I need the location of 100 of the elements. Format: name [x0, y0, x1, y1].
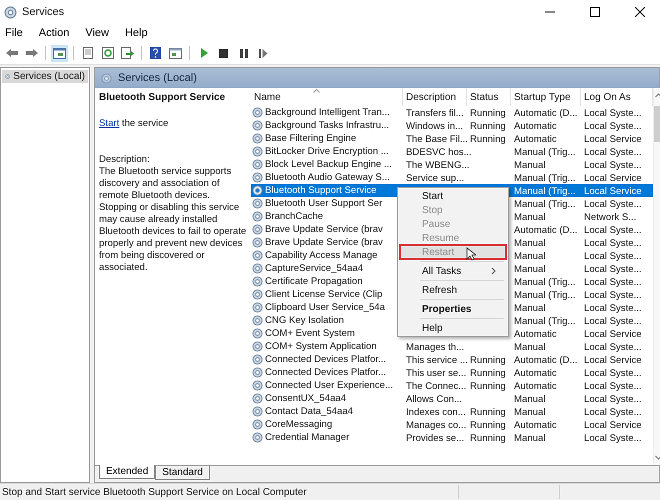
- table-cell: Brave Update Service (brav: [265, 237, 383, 248]
- gear-icon: [252, 393, 263, 404]
- column-header[interactable]: Description: [403, 88, 467, 106]
- scrollbar[interactable]: [653, 88, 660, 465]
- gear-icon: [252, 380, 263, 391]
- table-cell: ConsentUX_54aa4: [265, 393, 346, 404]
- scroll-down-icon[interactable]: [654, 455, 660, 460]
- console-tree-button[interactable]: [51, 44, 68, 62]
- table-cell-text: Local Syste...: [583, 380, 642, 392]
- mouse-pointer-icon: [466, 247, 476, 261]
- table-cell: Background Tasks Infrastru...: [265, 120, 390, 131]
- table-cell-text: This user se...: [405, 368, 466, 378]
- table-cell-text: Allows Con...: [405, 394, 462, 404]
- table-cell-text: Automatic: [513, 380, 557, 392]
- table-cell: CoreMessaging: [265, 419, 332, 430]
- menu-item[interactable]: Help: [400, 321, 506, 335]
- gear-icon: [252, 120, 263, 131]
- scrollbar-thumb[interactable]: [654, 106, 660, 142]
- table-cell-text: Manual (Trig...: [513, 198, 576, 210]
- table-cell-text: Local Service: [583, 354, 642, 366]
- gear-icon: [252, 354, 263, 365]
- table-cell-text: Manual (Trig...: [513, 172, 576, 184]
- table-cell: CNG Key Isolation: [265, 315, 344, 326]
- gear-icon: [252, 237, 263, 248]
- table-cell-text: Automatic (D...: [513, 108, 578, 118]
- menu-bar-item[interactable]: Action: [36, 27, 72, 39]
- menu-item[interactable]: Start: [400, 189, 506, 203]
- table-cell: Capability Access Manage: [265, 250, 378, 261]
- tree-item[interactable]: Services (Local): [2, 70, 88, 83]
- gear-icon: [252, 211, 263, 222]
- table-cell-text: Manual (Trig...: [513, 276, 576, 288]
- table-cell: Background Intelligent Tran...: [265, 107, 390, 118]
- gear-icon: [252, 315, 263, 326]
- close-icon: [635, 7, 645, 17]
- table-cell-text: Local Syste...: [583, 146, 642, 158]
- table-cell: Connected User Experience...: [265, 380, 393, 391]
- table-cell-text: Local Syste...: [583, 316, 642, 326]
- table-cell-text: Service sup...: [405, 172, 464, 184]
- left-arrow-icon: [4, 48, 18, 58]
- help-button[interactable]: [147, 44, 164, 62]
- table-cell-text: Local Syste...: [583, 432, 642, 444]
- menu-bar-item[interactable]: File: [3, 27, 25, 39]
- play-icon: [200, 48, 208, 58]
- column-header[interactable]: Startup Type: [511, 88, 581, 106]
- table-cell-text: Running: [469, 368, 506, 378]
- menu-item[interactable]: Refresh: [400, 283, 506, 297]
- scroll-up-icon[interactable]: [654, 93, 660, 98]
- menu-item[interactable]: Properties: [400, 302, 506, 316]
- table-cell-text: Manual: [513, 342, 546, 352]
- table-cell-text: Local Syste...: [583, 120, 642, 132]
- start-link[interactable]: Start: [99, 118, 120, 129]
- table-cell: Credential Manager: [265, 432, 350, 443]
- gear-icon: [252, 432, 263, 443]
- menu-item[interactable]: All Tasks: [400, 264, 506, 278]
- table-cell-text: Local Service: [583, 328, 642, 340]
- table-cell-text: The Connec...: [405, 380, 466, 392]
- menu-bar-item[interactable]: View: [83, 27, 111, 39]
- gear-icon: [252, 146, 263, 157]
- menu-bar-item[interactable]: Help: [122, 27, 150, 39]
- table-cell-text: Running: [469, 380, 506, 392]
- table-cell-text: Manual: [513, 212, 546, 222]
- table-cell: Certificate Propagation: [265, 276, 363, 287]
- table-cell-text: The Base Fil...: [405, 134, 468, 144]
- table-cell-text: Manual: [513, 406, 546, 418]
- gear-icon: [252, 276, 263, 287]
- table-cell: Block Level Backup Engine ...: [265, 159, 392, 170]
- table-cell: Bluetooth User Support Ser: [265, 198, 382, 209]
- table-cell-text: Local Syste...: [583, 342, 642, 352]
- sort-caret-icon: [313, 89, 320, 93]
- table-cell-text: Automatic: [513, 420, 557, 430]
- table-cell-text: Local Syste...: [583, 394, 642, 404]
- column-header[interactable]: Name: [251, 88, 403, 106]
- column-header[interactable]: Status: [467, 88, 511, 106]
- table-cell-text: Local Syste...: [583, 198, 642, 210]
- view-tab[interactable]: Standard: [155, 466, 210, 480]
- gear-icon: [252, 198, 263, 209]
- gear-icon: [252, 341, 263, 352]
- window-icon: [53, 48, 66, 58]
- table-cell-text: Running: [469, 432, 506, 444]
- table-cell-text: Manual (Trig...: [513, 290, 576, 300]
- table-cell-text: Local Service: [583, 134, 642, 144]
- gear-icon: [252, 302, 263, 313]
- table-cell-text: Local Syste...: [583, 276, 642, 288]
- table-cell: COM+ Event System: [265, 328, 355, 339]
- gear-icon: [252, 133, 263, 144]
- table-cell-text: Running: [469, 134, 506, 144]
- gear-icon: [4, 6, 17, 18]
- view-tab[interactable]: Extended: [99, 465, 156, 479]
- table-cell-text: Manages th...: [405, 342, 464, 352]
- gear-icon: [252, 328, 263, 339]
- gear-icon: [101, 72, 112, 84]
- table-cell: Connected Devices Platfor...: [265, 367, 386, 378]
- table-cell-text: Windows in...: [405, 120, 464, 132]
- status-text: Stop and Start service Bluetooth Support Service on Local Computer: [1, 486, 308, 498]
- table-cell-text: Network S...: [583, 212, 636, 222]
- refresh-button[interactable]: [99, 44, 116, 62]
- table-cell: COM+ System Application: [265, 341, 377, 352]
- export-button[interactable]: [119, 44, 136, 62]
- table-cell-text: Local Syste...: [583, 368, 642, 378]
- gear-icon: [252, 224, 263, 235]
